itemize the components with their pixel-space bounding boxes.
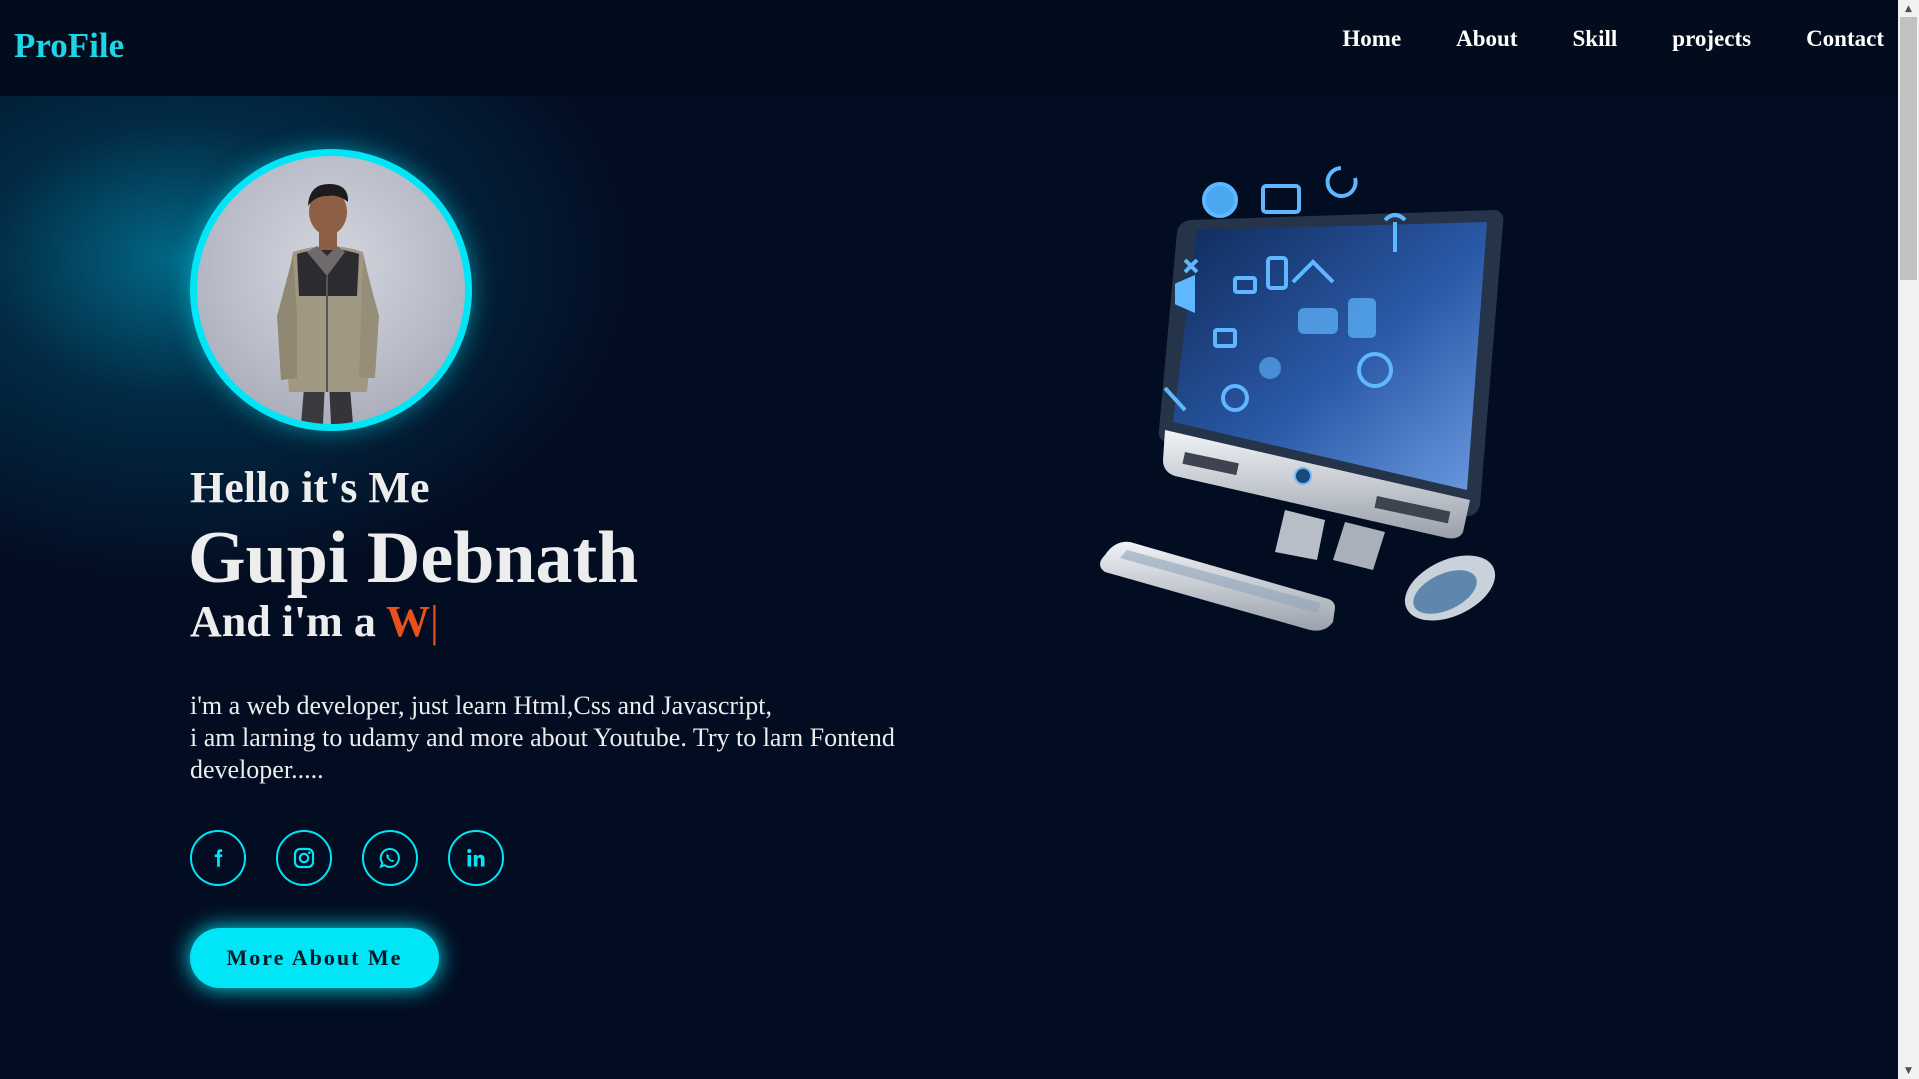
site-header: ProFile Home About Skill projects Contac…	[0, 0, 1898, 96]
description: i'm a web developer, just learn Html,Css…	[190, 690, 990, 786]
linkedin-link[interactable]	[448, 830, 504, 886]
nav-home[interactable]: Home	[1342, 26, 1401, 52]
profile-avatar	[190, 149, 472, 431]
person-photo	[277, 184, 379, 424]
description-line: i'm a web developer, just learn Html,Css…	[190, 691, 773, 720]
main-nav: Home About Skill projects Contact	[1287, 26, 1884, 52]
more-about-me-button[interactable]: More About Me	[190, 928, 439, 988]
nav-about[interactable]: About	[1456, 26, 1517, 52]
page-viewport: ProFile Home About Skill projects Contac…	[0, 0, 1898, 1079]
instagram-icon	[293, 847, 315, 869]
greeting-text: Hello it's Me	[190, 463, 430, 512]
role-line: And i'm a W|	[190, 596, 439, 647]
description-line: i am larning to udamy and more about You…	[190, 723, 895, 784]
scroll-down-arrow[interactable]: ▼	[1898, 1062, 1919, 1079]
social-links	[190, 830, 534, 886]
whatsapp-icon	[379, 847, 400, 869]
whatsapp-link[interactable]	[362, 830, 418, 886]
typing-cursor: |	[430, 597, 439, 646]
instagram-link[interactable]	[276, 830, 332, 886]
computer-illustration	[1100, 166, 1504, 631]
role-typed-text: W	[386, 597, 431, 646]
person-name: Gupi Debnath	[188, 517, 639, 599]
nav-skill[interactable]: Skill	[1573, 26, 1618, 52]
facebook-icon	[214, 849, 223, 867]
scroll-up-arrow[interactable]: ▲	[1898, 0, 1919, 17]
linkedin-icon	[467, 848, 485, 867]
scrollbar[interactable]: ▲ ▼	[1898, 0, 1919, 1079]
nav-contact[interactable]: Contact	[1806, 26, 1884, 52]
role-prefix: And i'm a	[190, 597, 387, 646]
nav-projects[interactable]: projects	[1672, 26, 1751, 52]
facebook-link[interactable]	[190, 830, 246, 886]
scroll-thumb[interactable]	[1900, 17, 1917, 280]
logo-link[interactable]: ProFile	[14, 26, 124, 66]
